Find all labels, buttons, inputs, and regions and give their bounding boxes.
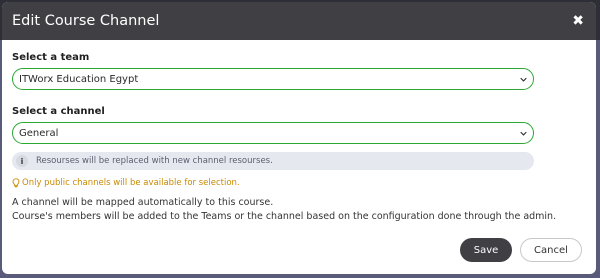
chevron-down-icon [520, 77, 527, 82]
info-text: Resourses will be replaced with new chan… [36, 156, 273, 166]
team-select-value: ITWorx Education Egypt [19, 73, 139, 85]
save-button[interactable]: Save [460, 238, 512, 262]
team-select[interactable]: ITWorx Education Egypt [12, 68, 534, 90]
channel-label: Select a channel [12, 106, 105, 117]
dialog-body: Select a team ITWorx Education Egypt Sel… [2, 40, 596, 224]
note-text: Only public channels will be available f… [22, 178, 240, 188]
description-line-1: A channel will be mapped automatically t… [12, 197, 274, 208]
dialog-header: Edit Course Channel ✖ [2, 2, 596, 40]
dialog-title: Edit Course Channel [12, 13, 160, 29]
edit-course-channel-dialog: Edit Course Channel ✖ Select a team ITWo… [2, 2, 596, 274]
info-banner: i Resourses will be replaced with new ch… [12, 152, 534, 170]
close-icon[interactable]: ✖ [572, 14, 584, 28]
chevron-down-icon [520, 131, 527, 136]
description-line-2: Course's members will be added to the Te… [12, 211, 557, 222]
cancel-button[interactable]: Cancel [520, 238, 582, 262]
channel-select-value: General [19, 127, 59, 139]
public-channels-note: Only public channels will be available f… [12, 178, 586, 188]
team-label: Select a team [12, 52, 90, 63]
info-icon: i [16, 155, 28, 167]
description: A channel will be mapped automatically t… [12, 196, 586, 224]
lightbulb-icon [12, 178, 20, 188]
channel-select[interactable]: General [12, 122, 534, 144]
dialog-footer: Save Cancel [460, 238, 582, 262]
